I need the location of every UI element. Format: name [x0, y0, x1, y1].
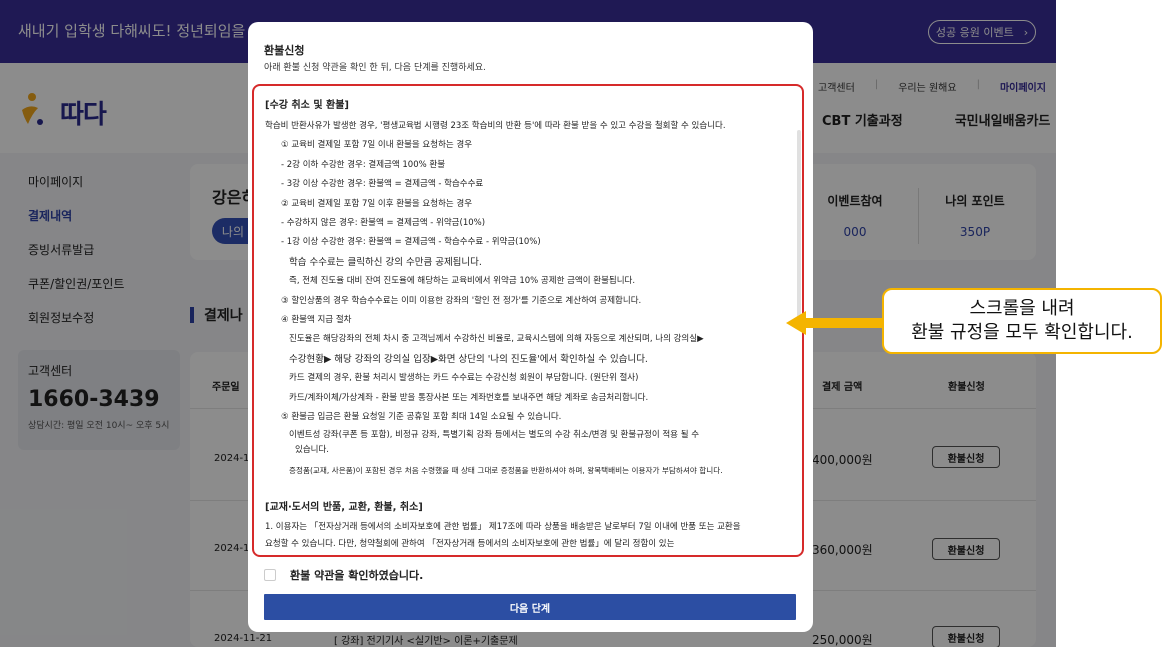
terms-line: - 2강 이하 수강한 경우: 결제금액 100% 환불 [281, 159, 446, 170]
terms-line: ① 교육비 결제일 포함 7일 이내 환불을 요청하는 경우 [281, 140, 473, 151]
refund-modal: 환불신청 아래 환불 신청 약관을 확인 한 뒤, 다음 단계를 진행하세요. … [248, 22, 813, 632]
terms-line: 이벤트성 강좌(쿠폰 등 포함), 비정규 강좌, 특별기획 강좌 등에서는 별… [289, 429, 700, 440]
annotation-callout: 스크롤을 내려 환불 규정을 모두 확인합니다. [882, 288, 1162, 354]
terms-scroll-area[interactable]: [수강 취소 및 환불] 학습비 반환사유가 발생한 경우, '평생교육법 시행… [252, 84, 804, 557]
terms-line: ③ 할인상품의 경우 학습수수료는 이미 이용한 강좌의 '할인 전 정가'를 … [281, 295, 642, 306]
terms-line: - 수강하지 않은 경우: 환불액 = 결제금액 - 위약금(10%) [281, 218, 486, 229]
terms-line: - 1강 이상 수강한 경우: 환불액 = 결제금액 - 학습수수료 - 위약금… [281, 237, 541, 248]
agree-label[interactable]: 환불 약관을 확인하였습니다. [290, 567, 423, 583]
terms-line: - 3강 이상 수강한 경우: 환불액 = 결제금액 - 학습수수료 [281, 179, 484, 190]
callout-line-2: 환불 규정을 모두 확인합니다. [911, 322, 1133, 343]
arrow-left-icon [786, 311, 882, 335]
terms-line: 증정품(교재, 사은품)이 포함된 경우 처음 수령했을 때 상태 그대로 증정… [289, 465, 723, 475]
scrollbar-thumb[interactable] [797, 130, 801, 330]
terms-line: ⑤ 환불금 입금은 환불 요청일 기준 공휴일 포함 최대 14일 소요될 수 … [281, 412, 562, 423]
next-step-button[interactable]: 다음 단계 [264, 594, 796, 620]
terms-line: 요청할 수 있습니다. 다만, 청약철회에 관하여 「전자상거래 등에서의 소비… [265, 538, 675, 549]
terms-section-title: [수강 취소 및 환불] [265, 100, 349, 111]
agree-row[interactable]: 환불 약관을 확인하였습니다. [264, 567, 423, 583]
terms-line: ② 교육비 결제일 포함 7일 이후 환불을 요청하는 경우 [281, 198, 473, 209]
terms-line: 학습비 반환사유가 발생한 경우, '평생교육법 시행령 23조 학습비의 반환… [265, 121, 726, 131]
terms-line: 카드/계좌이체/가상계좌 - 환불 받을 통장사본 또는 계좌번호를 보내주면 … [289, 392, 649, 403]
terms-line: 1. 이용자는 「전자상거래 등에서의 소비자보호에 관한 법률」 제17조에 … [265, 521, 741, 532]
modal-subtitle: 아래 환불 신청 약관을 확인 한 뒤, 다음 단계를 진행하세요. [264, 63, 486, 73]
terms-section-title: [교재·도서의 반품, 교환, 환불, 취소] [265, 501, 423, 513]
agree-checkbox[interactable] [264, 569, 276, 581]
terms-line: 즉, 전체 진도율 대비 잔여 진도율에 해당하는 교육비에서 위약금 10% … [289, 276, 636, 287]
terms-line: 진도율은 해당강좌의 전체 차시 중 고객님께서 수강하신 비율로, 교육시스템… [289, 334, 704, 345]
terms-line: ④ 환불액 지급 절차 [281, 315, 352, 326]
terms-line: 수강현황▶ 해당 강좌의 강의실 입장▶화면 상단의 '나의 진도율'에서 확인… [289, 353, 648, 365]
modal-title: 환불신청 [264, 44, 305, 57]
terms-line: 있습니다. [295, 444, 329, 455]
terms-line: 학습 수수료는 클릭하신 강의 수만큼 공제됩니다. [289, 256, 482, 268]
callout-line-1: 스크롤을 내려 [969, 298, 1075, 319]
terms-line: 카드 결제의 경우, 환불 처리시 발생하는 카드 수수료는 수강신청 회원이 … [289, 373, 639, 384]
